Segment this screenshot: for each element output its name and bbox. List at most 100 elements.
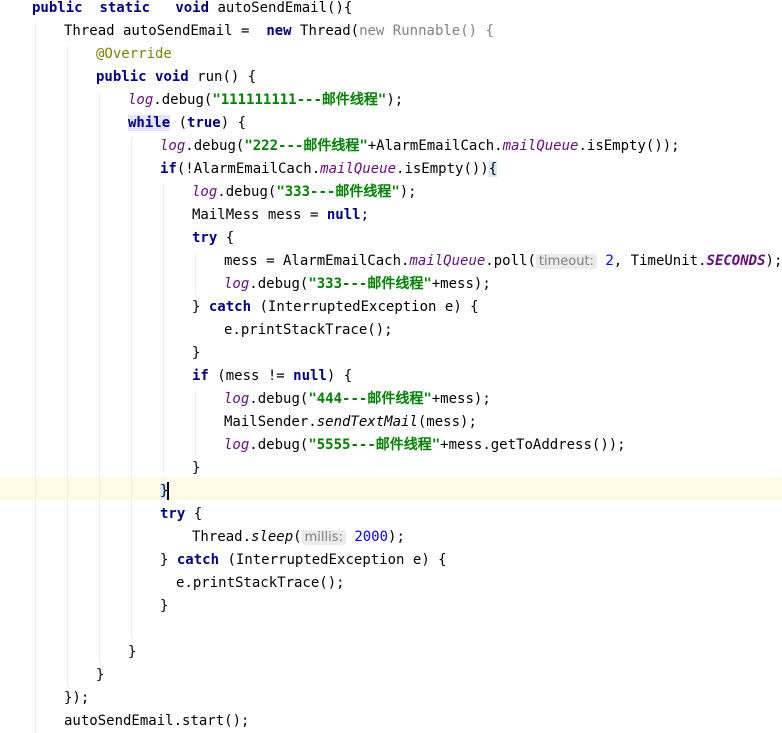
keyword: void xyxy=(175,0,210,16)
code-text: Thread. xyxy=(192,529,252,545)
field: log xyxy=(192,184,218,200)
code-text: mess = AlarmEmailCach. xyxy=(224,253,410,269)
keyword: new xyxy=(266,23,292,39)
code-text: +mess.getToAddress()); xyxy=(440,437,626,453)
string-literal: "111111111---邮件线程" xyxy=(212,92,387,108)
code-text: autoSendEmail.start(); xyxy=(64,713,250,729)
number-literal: 2 xyxy=(605,253,614,269)
indent-guide xyxy=(195,253,196,293)
code-text: ); xyxy=(399,184,417,200)
keyword: void xyxy=(155,69,189,85)
code-line: } catch (InterruptedException e) { xyxy=(192,296,479,319)
code-text: .debug( xyxy=(153,92,213,108)
keyword: public xyxy=(32,0,83,16)
code-line: log.debug("333---邮件线程"+mess); xyxy=(224,273,491,296)
code-text: (mess != xyxy=(208,368,294,384)
annotation: @Override xyxy=(96,46,172,62)
code-text: (!AlarmEmailCach. xyxy=(176,161,321,177)
string-literal: "5555---邮件线程" xyxy=(308,437,441,453)
code-text: } xyxy=(128,644,137,660)
code-text: .debug( xyxy=(217,184,277,200)
code-text: ); xyxy=(386,92,404,108)
code-line: while (true) { xyxy=(128,112,246,135)
string-literal: "333---邮件线程" xyxy=(276,184,400,200)
field: mailQueue xyxy=(502,138,579,154)
field: log xyxy=(224,437,250,453)
keyword: null xyxy=(293,368,327,384)
field: log xyxy=(224,391,250,407)
code-line: } xyxy=(96,664,104,687)
code-text: , TimeUnit. xyxy=(613,253,707,269)
current-line-highlight xyxy=(0,477,782,500)
indent-guide xyxy=(195,391,196,456)
code-text: } xyxy=(192,345,201,361)
code-text: .debug( xyxy=(185,138,245,154)
code-text: ; xyxy=(360,207,370,223)
code-text: } xyxy=(192,299,201,315)
static-method: sendTextMail xyxy=(316,414,418,430)
code-line: } xyxy=(160,480,170,503)
code-line: }); xyxy=(64,687,89,710)
keyword-folded: new xyxy=(359,23,385,39)
code-line: mess = AlarmEmailCach.mailQueue.poll(tim… xyxy=(224,250,782,273)
code-text: +mess); xyxy=(431,276,491,292)
code-text: ) { xyxy=(220,115,247,131)
code-line: MailSender.sendTextMail(mess); xyxy=(224,411,477,434)
code-line: if(!AlarmEmailCach.mailQueue.isEmpty()){ xyxy=(160,158,498,181)
string-literal: "444---邮件线程" xyxy=(308,391,432,407)
code-text: .debug( xyxy=(249,391,309,407)
keyword: public xyxy=(96,69,147,85)
code-line: Thread autoSendEmail = new Thread(new Ru… xyxy=(64,20,494,43)
keyword: catch xyxy=(176,552,220,568)
indent-guide xyxy=(99,92,100,662)
code-text: { xyxy=(185,506,203,522)
keyword: if xyxy=(192,368,209,384)
code-line: e.printStackTrace(); xyxy=(224,319,393,342)
string-literal: "333---邮件线程" xyxy=(308,276,432,292)
code-text: .isEmpty()); xyxy=(578,138,680,154)
code-text: Thread autoSendEmail = xyxy=(64,23,258,39)
keyword: try xyxy=(160,506,186,522)
code-line: log.debug("222---邮件线程"+AlarmEmailCach.ma… xyxy=(160,135,680,158)
code-text: .poll( xyxy=(485,253,536,269)
code-line: } catch (InterruptedException e) { xyxy=(160,549,447,572)
code-line: log.debug("333---邮件线程"); xyxy=(192,181,417,204)
code-text: } xyxy=(192,460,201,476)
parameter-hint: millis: xyxy=(301,530,346,545)
code-text: } xyxy=(160,598,169,614)
code-editor[interactable]: public static void autoSendEmail(){ Thre… xyxy=(0,0,782,733)
code-text: ); xyxy=(765,253,782,269)
field: log xyxy=(128,92,154,108)
code-line: log.debug("444---邮件线程"+mess); xyxy=(224,388,491,411)
code-line: Thread.sleep(millis: 2000); xyxy=(192,526,405,549)
code-line: public void run() { xyxy=(96,66,256,89)
code-line: public static void autoSendEmail(){ xyxy=(32,0,352,20)
keyword: static xyxy=(99,0,151,16)
code-text: e.printStackTrace(); xyxy=(224,322,393,338)
keyword: null xyxy=(326,207,361,223)
field: mailQueue xyxy=(320,161,397,177)
code-line: autoSendEmail.start(); xyxy=(64,710,249,733)
field: SECONDS xyxy=(706,253,766,269)
code-line: log.debug("5555---邮件线程"+mess.getToAddres… xyxy=(224,434,626,457)
code-line: if (mess != null) { xyxy=(192,365,352,388)
code-text: .debug( xyxy=(249,437,309,453)
code-text: ); xyxy=(388,529,405,545)
code-line: } xyxy=(128,641,136,664)
method-signature: autoSendEmail(){ xyxy=(217,0,353,16)
field: log xyxy=(160,138,186,154)
code-text: (InterruptedException e) { xyxy=(251,299,479,315)
keyword: try xyxy=(192,230,218,246)
code-text: +mess); xyxy=(431,391,491,407)
keyword: if xyxy=(160,161,177,177)
keyword: while xyxy=(128,115,171,131)
indent-guide xyxy=(131,138,132,638)
code-text: Thread( xyxy=(300,23,360,39)
code-line: try { xyxy=(160,503,202,526)
code-text: } xyxy=(160,552,169,568)
code-text: (mess); xyxy=(417,414,477,430)
code-text: { xyxy=(217,230,235,246)
parameter-hint: timeout: xyxy=(535,254,597,269)
code-line: } xyxy=(192,457,200,480)
code-line: e.printStackTrace(); xyxy=(176,572,345,595)
